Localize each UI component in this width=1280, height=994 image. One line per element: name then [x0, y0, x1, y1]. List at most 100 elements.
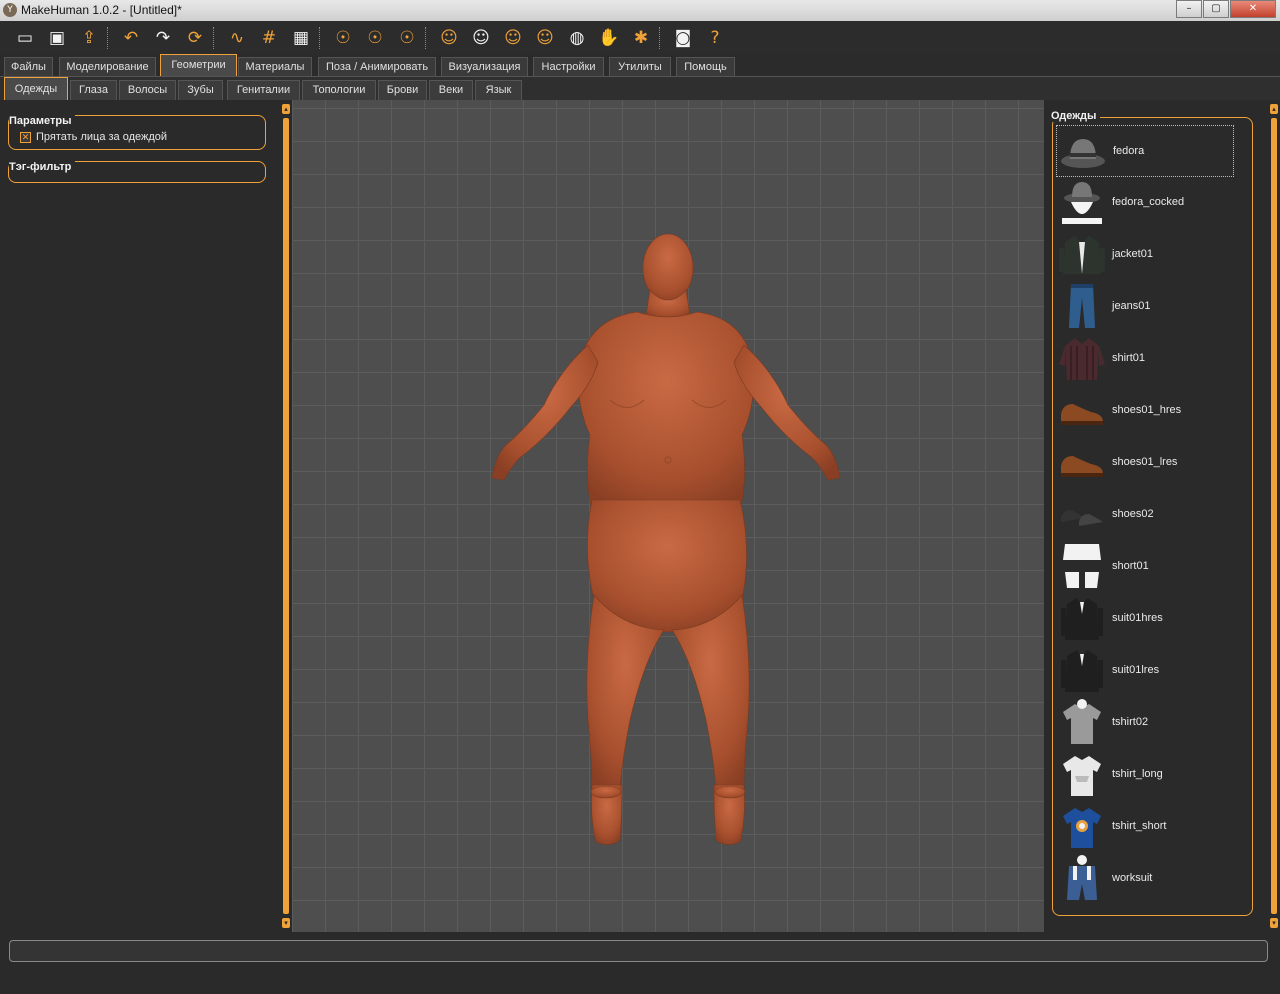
clothes-item-label: jeans01	[1112, 300, 1151, 312]
app-logo-icon: Y	[3, 3, 17, 17]
3d-viewport[interactable]	[292, 100, 1044, 932]
status-bar	[0, 932, 1280, 994]
clothes-item-label: short01	[1112, 560, 1149, 572]
clothes-item-suit01hres[interactable]: suit01hres	[1056, 593, 1232, 643]
clothes-item-short01[interactable]: short01	[1056, 541, 1232, 591]
clothes-item-jeans01[interactable]: jeans01	[1056, 281, 1232, 331]
save-icon[interactable]: ▣	[44, 25, 70, 51]
tab-6[interactable]: Визуализация	[441, 57, 528, 76]
splitter-handle[interactable]	[283, 118, 289, 914]
tshirt-gray-thumbnail-icon	[1056, 697, 1108, 747]
right-scrollbar[interactable]: ▴ ▾	[1268, 100, 1280, 932]
suit-thumbnail-icon	[1056, 645, 1108, 695]
head-front-icon[interactable]: ☺	[436, 25, 462, 51]
left-splitter[interactable]: ▴ ▾	[280, 100, 292, 932]
head-back-icon[interactable]: ☺	[468, 25, 494, 51]
shorts-thumbnail-icon	[1056, 541, 1108, 591]
shoe-thumbnail-icon	[1056, 437, 1108, 487]
clothes-item-label: suit01lres	[1112, 664, 1160, 676]
help-icon[interactable]: ?	[702, 25, 728, 51]
worksuit-thumbnail-icon	[1056, 853, 1108, 903]
clothes-item-jacket01[interactable]: jacket01	[1056, 229, 1232, 279]
splitter-up-icon[interactable]: ▴	[282, 104, 290, 114]
hat-head-thumbnail-icon	[1056, 177, 1108, 227]
clothes-item-shoes02[interactable]: shoes02	[1056, 489, 1232, 539]
clothes-item-suit01lres[interactable]: suit01lres	[1056, 645, 1232, 695]
scroll-down-icon[interactable]: ▾	[1270, 918, 1278, 928]
subtab-9[interactable]: Язык	[475, 80, 522, 100]
splitter-down-icon[interactable]: ▾	[282, 918, 290, 928]
subtab-2[interactable]: Глаза	[70, 80, 117, 100]
smooth-icon[interactable]: ∿	[224, 25, 250, 51]
maximize-button[interactable]: ▢	[1203, 0, 1229, 18]
tab-3[interactable]: Геометрии	[160, 54, 237, 76]
clothes-title: Одежды	[1051, 110, 1101, 122]
hat-thumbnail-icon	[1057, 126, 1109, 176]
open-file-icon[interactable]: ▭	[12, 25, 38, 51]
jeans-thumbnail-icon	[1056, 281, 1108, 331]
clothes-item-worksuit[interactable]: worksuit	[1056, 853, 1232, 903]
params-group: Параметры ✕ Прятать лица за одеждой	[8, 115, 266, 150]
clothes-item-fedora-cocked[interactable]: fedora_cocked	[1056, 177, 1232, 227]
shirt-thumbnail-icon	[1056, 333, 1108, 383]
clothes-item-shoes01-lres[interactable]: shoes01_lres	[1056, 437, 1232, 487]
tab-7[interactable]: Настройки	[533, 57, 604, 76]
suit-thumbnail-icon	[1056, 593, 1108, 643]
clothes-item-label: shirt01	[1112, 352, 1146, 364]
head-right-icon[interactable]: ☺	[532, 25, 558, 51]
subtab-8[interactable]: Веки	[429, 80, 473, 100]
pose-figure-icon[interactable]: ✱	[628, 25, 654, 51]
tab-1[interactable]: Файлы	[4, 57, 53, 76]
subtab-7[interactable]: Брови	[378, 80, 427, 100]
hide-faces-checkbox[interactable]: ✕ Прятать лица за одеждой	[20, 131, 167, 143]
wireframe-icon[interactable]: #	[256, 25, 282, 51]
face-mask-icon[interactable]: ◍	[564, 25, 590, 51]
toolbar: ▭ ▣ ⇪ ↶ ↷ ⟳ ∿ # ▦ ☉ ☉ ☉ ☺ ☺ ☺ ☺ ◍ ✋ ✱ ◙?	[0, 21, 1280, 54]
window-title: MakeHuman 1.0.2 - [Untitled]*	[21, 3, 182, 17]
clothes-item-label: fedora_cocked	[1112, 196, 1185, 208]
camera-icon[interactable]: ◙	[670, 25, 696, 51]
status-field	[9, 940, 1268, 962]
clothes-item-tshirt-long[interactable]: tshirt_long	[1056, 749, 1232, 799]
subtab-4[interactable]: Зубы	[178, 80, 223, 100]
side-view-icon[interactable]: ☉	[394, 25, 420, 51]
clothes-item-shoes01-hres[interactable]: shoes01_hres	[1056, 385, 1232, 435]
front-view-icon[interactable]: ☉	[330, 25, 356, 51]
head-left-icon[interactable]: ☺	[500, 25, 526, 51]
clothes-item-label: suit01hres	[1112, 612, 1163, 624]
subtab-6[interactable]: Топологии	[302, 80, 376, 100]
tab-2[interactable]: Моделирование	[59, 57, 156, 76]
redo-icon[interactable]: ↷	[150, 25, 176, 51]
shoe-thumbnail-icon	[1056, 385, 1108, 435]
tshirt-blue-thumbnail-icon	[1056, 801, 1108, 851]
scroll-handle[interactable]	[1271, 118, 1277, 914]
tab-9[interactable]: Помощь	[676, 57, 735, 76]
tab-4[interactable]: Материалы	[238, 57, 312, 76]
hands-icon[interactable]: ✋	[596, 25, 622, 51]
subtab-5[interactable]: Гениталии	[227, 80, 300, 100]
clothes-item-label: tshirt_short	[1112, 820, 1167, 832]
scroll-up-icon[interactable]: ▴	[1270, 104, 1278, 114]
background-icon[interactable]: ▦	[288, 25, 314, 51]
toolbar-separator	[107, 27, 111, 49]
reset-icon[interactable]: ⟳	[182, 25, 208, 51]
subtab-3[interactable]: Волосы	[119, 80, 176, 100]
tag-filter-title: Тэг-фильтр	[9, 161, 76, 173]
minimize-button[interactable]: –	[1176, 0, 1202, 18]
undo-icon[interactable]: ↶	[118, 25, 144, 51]
tab-5[interactable]: Поза / Анимировать	[318, 57, 436, 76]
clothes-item-shirt01[interactable]: shirt01	[1056, 333, 1232, 383]
window-controls: – ▢ ✕	[1175, 0, 1276, 18]
human-model[interactable]	[292, 100, 1044, 932]
back-view-icon[interactable]: ☉	[362, 25, 388, 51]
clothes-item-tshirt-short[interactable]: tshirt_short	[1056, 801, 1232, 851]
checkbox-checked-icon[interactable]: ✕	[20, 131, 31, 143]
tab-8[interactable]: Утилиты	[609, 57, 671, 76]
export-icon[interactable]: ⇪	[76, 25, 102, 51]
close-button[interactable]: ✕	[1230, 0, 1276, 18]
toolbar-separator	[659, 27, 663, 49]
clothes-item-fedora[interactable]: fedora	[1056, 125, 1234, 177]
hide-faces-label: Прятать лица за одеждой	[36, 131, 168, 143]
clothes-item-tshirt02[interactable]: tshirt02	[1056, 697, 1232, 747]
subtab-1[interactable]: Одежды	[4, 77, 68, 100]
